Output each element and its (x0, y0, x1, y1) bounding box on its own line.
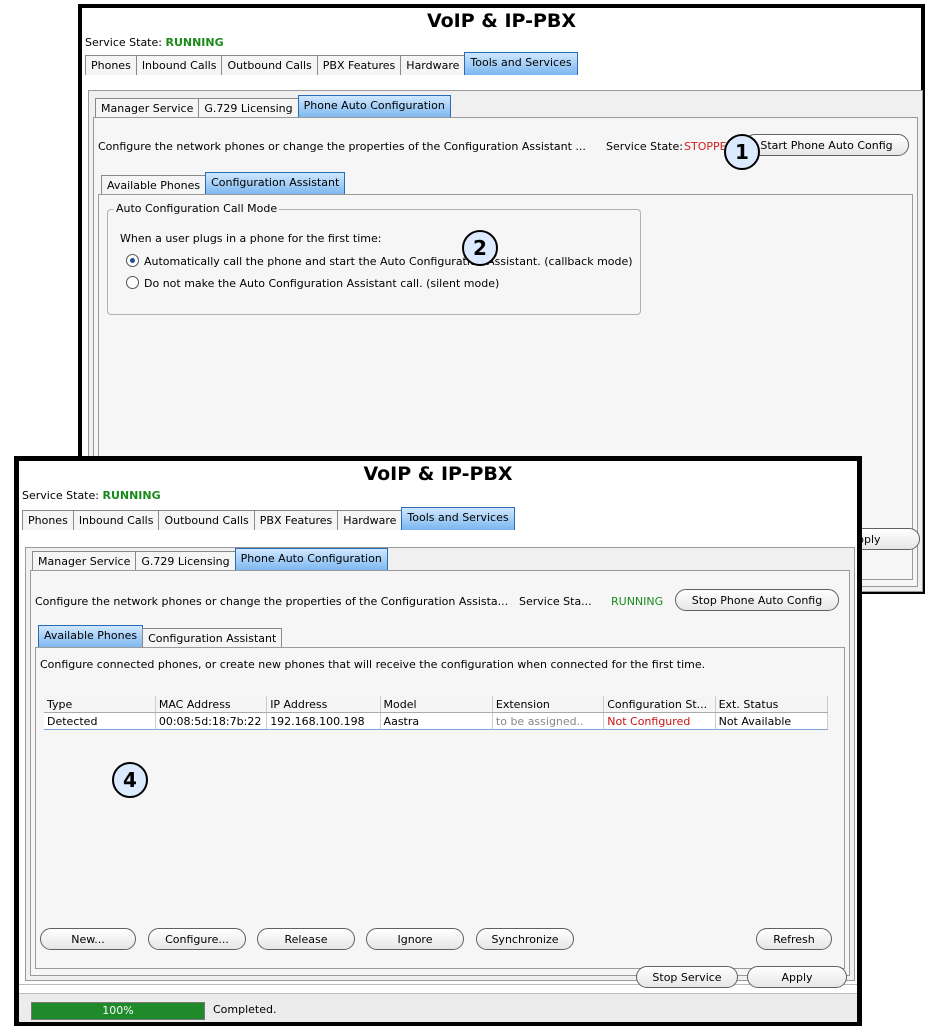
service-state-value: RUNNING (102, 489, 161, 502)
auto-config-panel: Configure the network phones or change t… (30, 570, 850, 976)
tab-g729-licensing[interactable]: G.729 Licensing (135, 551, 236, 571)
tab-phone-auto-configuration[interactable]: Phone Auto Configuration (297, 95, 451, 118)
tab-tools-and-services[interactable]: Tools and Services (464, 52, 578, 75)
apply-button[interactable]: Apply (747, 966, 847, 988)
tab-outbound-calls[interactable]: Outbound Calls (158, 510, 255, 530)
cell-ext-status: Not Available (715, 712, 829, 730)
tab-configuration-assistant[interactable]: Configuration Assistant (205, 172, 346, 195)
main-tabs: Phones Inbound Calls Outbound Calls PBX … (22, 507, 857, 530)
silent-mode-label: Do not make the Auto Configuration Assis… (144, 277, 500, 290)
available-phones-panel: Configure connected phones, or create ne… (35, 647, 845, 969)
service-state-value: RUNNING (165, 36, 224, 49)
window-title: VoIP & IP-PBX (363, 463, 513, 485)
cell-mac-address: 00:08:5d:18:7b:22 (155, 712, 268, 730)
tab-configuration-assistant[interactable]: Configuration Assistant (142, 628, 283, 648)
tab-hardware[interactable]: Hardware (400, 55, 466, 75)
tab-tools-and-services[interactable]: Tools and Services (401, 507, 515, 530)
service-state: Service State: RUNNING (85, 36, 921, 52)
tab-outbound-calls[interactable]: Outbound Calls (221, 55, 318, 75)
inner-tabs: Available Phones Configuration Assistant (101, 172, 346, 195)
sub-tabs: Manager Service G.729 Licensing Phone Au… (32, 548, 388, 571)
phones-grid: Type MAC Address IP Address Model Extens… (44, 696, 829, 730)
tab-inbound-calls[interactable]: Inbound Calls (135, 55, 223, 75)
cell-type: Detected (44, 712, 156, 730)
tab-phones[interactable]: Phones (22, 510, 74, 530)
stop-phone-auto-config-button[interactable]: Stop Phone Auto Config (675, 589, 839, 611)
tab-phone-auto-configuration[interactable]: Phone Auto Configuration (234, 548, 388, 571)
callback-mode-option[interactable]: Automatically call the phone and start t… (126, 254, 633, 268)
silent-mode-radio[interactable] (126, 276, 139, 289)
svc-state-value: RUNNING (611, 595, 664, 608)
start-phone-auto-config-button[interactable]: Start Phone Auto Config (744, 134, 909, 156)
tab-pbx-features[interactable]: PBX Features (253, 510, 339, 530)
synchronize-button[interactable]: Synchronize (476, 928, 574, 950)
status-text: Completed. (213, 1003, 277, 1016)
refresh-button[interactable]: Refresh (756, 928, 832, 950)
cell-ip-address: 192.168.100.198 (266, 712, 381, 730)
release-button[interactable]: Release (257, 928, 355, 950)
call-mode-group: Auto Configuration Call Mode When a user… (107, 202, 641, 315)
config-description: Configure the network phones or change t… (35, 595, 509, 608)
cell-extension[interactable]: to be assigned.. (492, 712, 605, 730)
col-ip-address[interactable]: IP Address (266, 696, 381, 713)
stop-service-button[interactable]: Stop Service (636, 966, 738, 988)
sub-tabs: Manager Service G.729 Licensing Phone Au… (95, 95, 451, 118)
table-row[interactable]: Detected 00:08:5d:18:7b:22 192.168.100.1… (44, 712, 829, 730)
tools-panel: Manager Service G.729 Licensing Phone Au… (25, 547, 855, 981)
callout-badge-2: 2 (462, 230, 498, 266)
status-bar: 100% Completed. (19, 993, 857, 1022)
table-header-row: Type MAC Address IP Address Model Extens… (44, 696, 829, 713)
col-ext-status[interactable]: Ext. Status (715, 696, 829, 713)
callout-badge-4: 4 (112, 762, 148, 798)
svc-state-label: Service Sta... (519, 595, 592, 608)
callout-badge-1: 1 (724, 134, 760, 170)
progress-text: 100% (102, 1004, 134, 1017)
config-description: Configure the network phones or change t… (98, 140, 586, 153)
tab-manager-service[interactable]: Manager Service (95, 98, 200, 118)
inner-tabs: Available Phones Configuration Assistant (38, 625, 283, 648)
call-mode-prompt: When a user plugs in a phone for the fir… (120, 232, 382, 245)
group-title: Auto Configuration Call Mode (114, 202, 280, 215)
service-state: Service State: RUNNING (22, 489, 857, 505)
tab-manager-service[interactable]: Manager Service (32, 551, 137, 571)
col-mac-address[interactable]: MAC Address (155, 696, 268, 713)
silent-mode-option[interactable]: Do not make the Auto Configuration Assis… (126, 276, 499, 290)
col-type[interactable]: Type (44, 696, 156, 713)
tab-inbound-calls[interactable]: Inbound Calls (72, 510, 160, 530)
new-button[interactable]: New... (40, 928, 136, 950)
phones-table: Type MAC Address IP Address Model Extens… (44, 696, 829, 896)
bottom-window: VoIP & IP-PBX Service State: RUNNING Pho… (14, 456, 862, 1026)
tab-available-phones[interactable]: Available Phones (101, 175, 207, 195)
progress-bar: 100% (31, 1002, 205, 1020)
col-model[interactable]: Model (380, 696, 493, 713)
tab-phones[interactable]: Phones (85, 55, 137, 75)
tab-g729-licensing[interactable]: G.729 Licensing (198, 98, 299, 118)
configure-button[interactable]: Configure... (148, 928, 246, 950)
ignore-button[interactable]: Ignore (366, 928, 464, 950)
tab-pbx-features[interactable]: PBX Features (316, 55, 402, 75)
callback-mode-radio[interactable] (126, 254, 139, 267)
phones-description: Configure connected phones, or create ne… (40, 658, 706, 671)
col-configuration-status[interactable]: Configuration St... (603, 696, 716, 713)
cell-configuration-status: Not Configured (603, 712, 716, 730)
main-tabs: Phones Inbound Calls Outbound Calls PBX … (85, 52, 921, 75)
col-extension[interactable]: Extension (492, 696, 605, 713)
svc-state-label: Service State: (606, 140, 683, 153)
window-title: VoIP & IP-PBX (426, 10, 577, 32)
service-state-label: Service State: (85, 36, 162, 49)
service-state-label: Service State: (22, 489, 99, 502)
tab-available-phones[interactable]: Available Phones (38, 625, 144, 648)
callback-mode-label: Automatically call the phone and start t… (144, 255, 633, 268)
cell-model: Aastra (380, 712, 493, 730)
tab-hardware[interactable]: Hardware (337, 510, 403, 530)
